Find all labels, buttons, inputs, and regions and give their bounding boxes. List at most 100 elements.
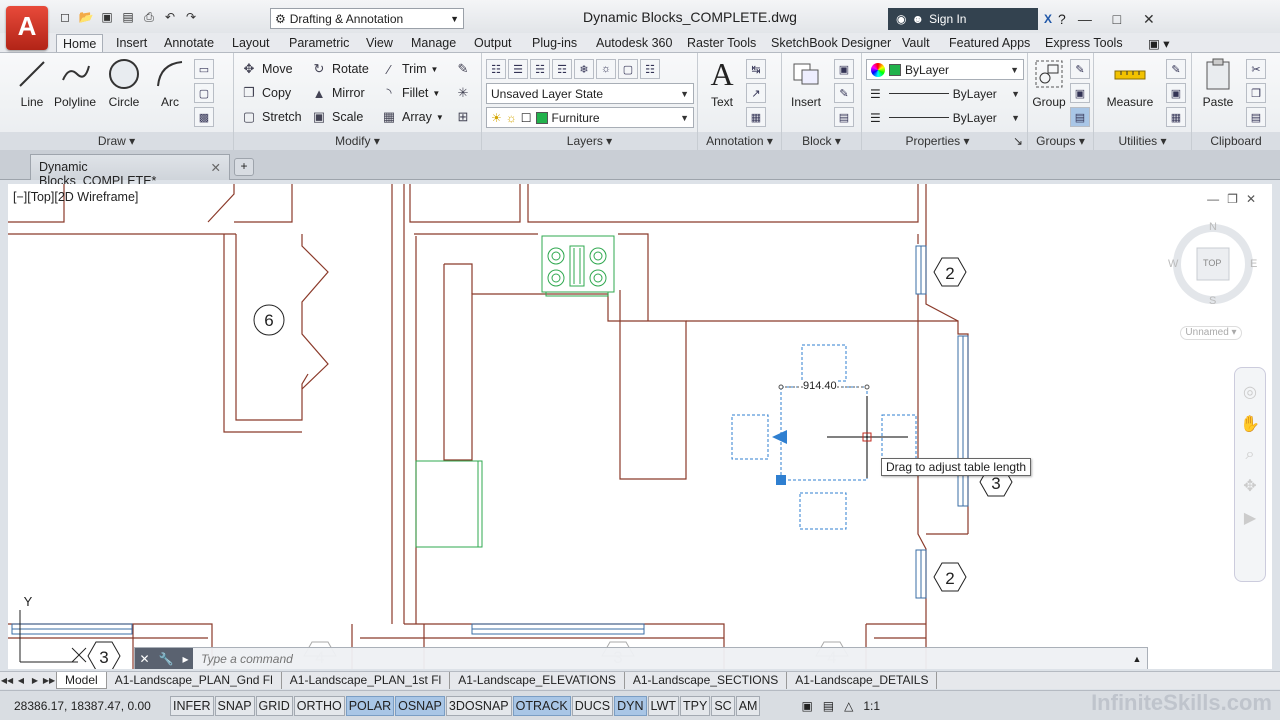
- layout-tab-model[interactable]: Model: [56, 672, 107, 689]
- group-edit-icon[interactable]: ▣: [1070, 83, 1090, 103]
- command-history-icon[interactable]: ▲: [1127, 654, 1147, 664]
- region-icon[interactable]: ▩: [194, 107, 214, 127]
- lineweight-dropdown[interactable]: ☰ ByLayer ▼: [866, 107, 1024, 128]
- copy-clip-icon[interactable]: ❐: [1246, 83, 1266, 103]
- help-icon[interactable]: ?: [1058, 11, 1066, 27]
- draw-panel-label[interactable]: Draw ▾: [0, 132, 233, 150]
- otrack-toggle[interactable]: OTRACK: [512, 695, 571, 716]
- polar-toggle[interactable]: POLAR: [345, 695, 395, 716]
- rectangle-icon[interactable]: ▭: [194, 59, 214, 79]
- offset-button[interactable]: ⊞: [454, 107, 472, 127]
- showmotion-icon[interactable]: ▶: [1235, 508, 1265, 528]
- tab-vault[interactable]: Vault: [896, 34, 936, 53]
- grid-toggle[interactable]: GRID: [255, 695, 293, 716]
- move-button[interactable]: ✥ Move: [240, 59, 293, 79]
- save-as-icon[interactable]: ▤: [119, 8, 137, 26]
- zoom-icon[interactable]: ⌕: [1235, 446, 1265, 464]
- coordinates-readout[interactable]: 28386.17, 18387.47, 0.00: [14, 699, 170, 713]
- tpy-toggle[interactable]: TPY: [680, 695, 711, 716]
- tab-view[interactable]: View: [360, 34, 399, 53]
- tab-parametric[interactable]: Parametric: [283, 34, 355, 53]
- hatch-icon[interactable]: ▢: [194, 83, 214, 103]
- orbit-icon[interactable]: ✥: [1235, 476, 1265, 496]
- insert-button[interactable]: Insert: [786, 57, 826, 109]
- layer-freeze-icon[interactable]: ❄: [574, 59, 594, 79]
- layout-tab-plan-1st[interactable]: A1-Landscape_PLAN_1st Fl: [282, 672, 451, 689]
- close-command-line-icon[interactable]: ✕: [139, 652, 149, 666]
- recent-commands-icon[interactable]: ▸: [182, 652, 188, 666]
- copy-link-icon[interactable]: ▤: [1246, 107, 1266, 127]
- drawing-canvas[interactable]: [−][Top][2D Wireframe] — ❐ ✕ 6 2 3 2 3 Y…: [8, 184, 1272, 669]
- next-layout-icon[interactable]: ▶: [28, 676, 42, 685]
- file-tab[interactable]: Dynamic Blocks_COMPLETE* ✕: [30, 154, 230, 188]
- annotation-scale-value[interactable]: 1:1: [863, 699, 880, 713]
- ortho-toggle[interactable]: ORTHO: [293, 695, 345, 716]
- layer-state-dropdown[interactable]: Unsaved Layer State ▼: [486, 83, 694, 104]
- tab-sketchbook-designer[interactable]: SketchBook Designer: [765, 34, 897, 53]
- tab-manage[interactable]: Manage: [405, 34, 462, 53]
- first-layout-icon[interactable]: ◀◀: [0, 676, 14, 685]
- groups-panel-label[interactable]: Groups ▾: [1028, 132, 1093, 150]
- measure-button[interactable]: Measure: [1100, 57, 1160, 109]
- compass-e[interactable]: E: [1250, 258, 1257, 270]
- pan-icon[interactable]: ✋: [1235, 414, 1265, 434]
- leader-icon[interactable]: ↗: [746, 83, 766, 103]
- quick-view-icon[interactable]: ▤: [823, 699, 834, 713]
- explode-button[interactable]: ✳: [454, 83, 472, 103]
- command-input[interactable]: [193, 648, 1127, 669]
- select-all-icon[interactable]: ▣: [1166, 83, 1186, 103]
- tab-home[interactable]: Home: [56, 34, 104, 53]
- workspace-dropdown[interactable]: ⚙ Drafting & Annotation ▼: [270, 8, 464, 29]
- open-icon[interactable]: 📂: [77, 8, 95, 26]
- last-layout-icon[interactable]: ▶▶: [42, 676, 56, 685]
- model-space-icon[interactable]: ▣: [801, 699, 812, 713]
- edit-block-icon[interactable]: ✎: [834, 83, 854, 103]
- erase-button[interactable]: ✎: [454, 59, 472, 79]
- modify-panel-label[interactable]: Modify ▾: [234, 132, 481, 150]
- color-dropdown[interactable]: ByLayer ▼: [866, 59, 1024, 80]
- layer-match-icon[interactable]: ☰: [508, 59, 528, 79]
- redo-icon[interactable]: ↷: [182, 8, 200, 26]
- tab-insert[interactable]: Insert: [110, 34, 153, 53]
- group-selection-icon[interactable]: ▤: [1070, 107, 1090, 127]
- copy-button[interactable]: ❐ Copy: [240, 83, 291, 103]
- tab-annotate[interactable]: Annotate: [158, 34, 220, 53]
- quick-select-icon[interactable]: ✎: [1166, 59, 1186, 79]
- layer-walk-icon[interactable]: ☷: [640, 59, 660, 79]
- circle-button[interactable]: Circle: [104, 57, 144, 109]
- vp-minimize-icon[interactable]: —: [1207, 192, 1219, 206]
- rotate-button[interactable]: ↻ Rotate: [310, 59, 369, 79]
- layout-tab-elevations[interactable]: A1-Landscape_ELEVATIONS: [450, 672, 625, 689]
- lwt-toggle[interactable]: LWT: [647, 695, 680, 716]
- osnap-toggle[interactable]: OSNAP: [395, 695, 445, 716]
- tab-autodesk-360[interactable]: Autodesk 360: [590, 34, 678, 53]
- paste-button[interactable]: Paste: [1198, 57, 1238, 109]
- properties-panel-label[interactable]: Properties ▾ ↘: [862, 132, 1027, 150]
- new-icon[interactable]: ◻: [56, 8, 74, 26]
- tab-raster-tools[interactable]: Raster Tools: [681, 34, 762, 53]
- sc-toggle[interactable]: SC: [711, 695, 735, 716]
- viewcube[interactable]: TOP N S E W: [1168, 219, 1258, 309]
- steering-wheel-icon[interactable]: ◎: [1235, 382, 1265, 402]
- ucs-menu[interactable]: Unnamed ▾: [1180, 326, 1242, 340]
- calculator-icon[interactable]: ▦: [1166, 107, 1186, 127]
- close-tab-icon[interactable]: ✕: [211, 160, 221, 175]
- tab-featured-apps[interactable]: Featured Apps: [943, 34, 1036, 53]
- layer-dropdown[interactable]: ☀ ☼ ☐ Furniture ▼: [486, 107, 694, 128]
- layout-tab-plan-gnd[interactable]: A1-Landscape_PLAN_Gnd Fl: [107, 672, 282, 689]
- base-grip[interactable]: [776, 475, 786, 485]
- save-icon[interactable]: ▣: [98, 8, 116, 26]
- group-button[interactable]: Group: [1030, 57, 1068, 109]
- 3dosnap-toggle[interactable]: 3DOSNAP: [445, 695, 512, 716]
- tab-output[interactable]: Output: [468, 34, 518, 53]
- mirror-button[interactable]: ▲ Mirror: [310, 83, 365, 103]
- layer-isolate-icon[interactable]: ☶: [552, 59, 572, 79]
- line-button[interactable]: Line: [12, 57, 52, 109]
- layout-tab-details[interactable]: A1-Landscape_DETAILS: [787, 672, 938, 689]
- application-menu-button[interactable]: A: [6, 6, 48, 50]
- tab-plug-ins[interactable]: Plug-ins: [526, 34, 583, 53]
- vp-restore-icon[interactable]: ❐: [1227, 192, 1238, 206]
- compass-s[interactable]: S: [1209, 295, 1216, 307]
- sign-in-button[interactable]: ◉ ☻ Sign In: [888, 8, 1038, 30]
- layer-off-icon[interactable]: ☼: [596, 59, 616, 79]
